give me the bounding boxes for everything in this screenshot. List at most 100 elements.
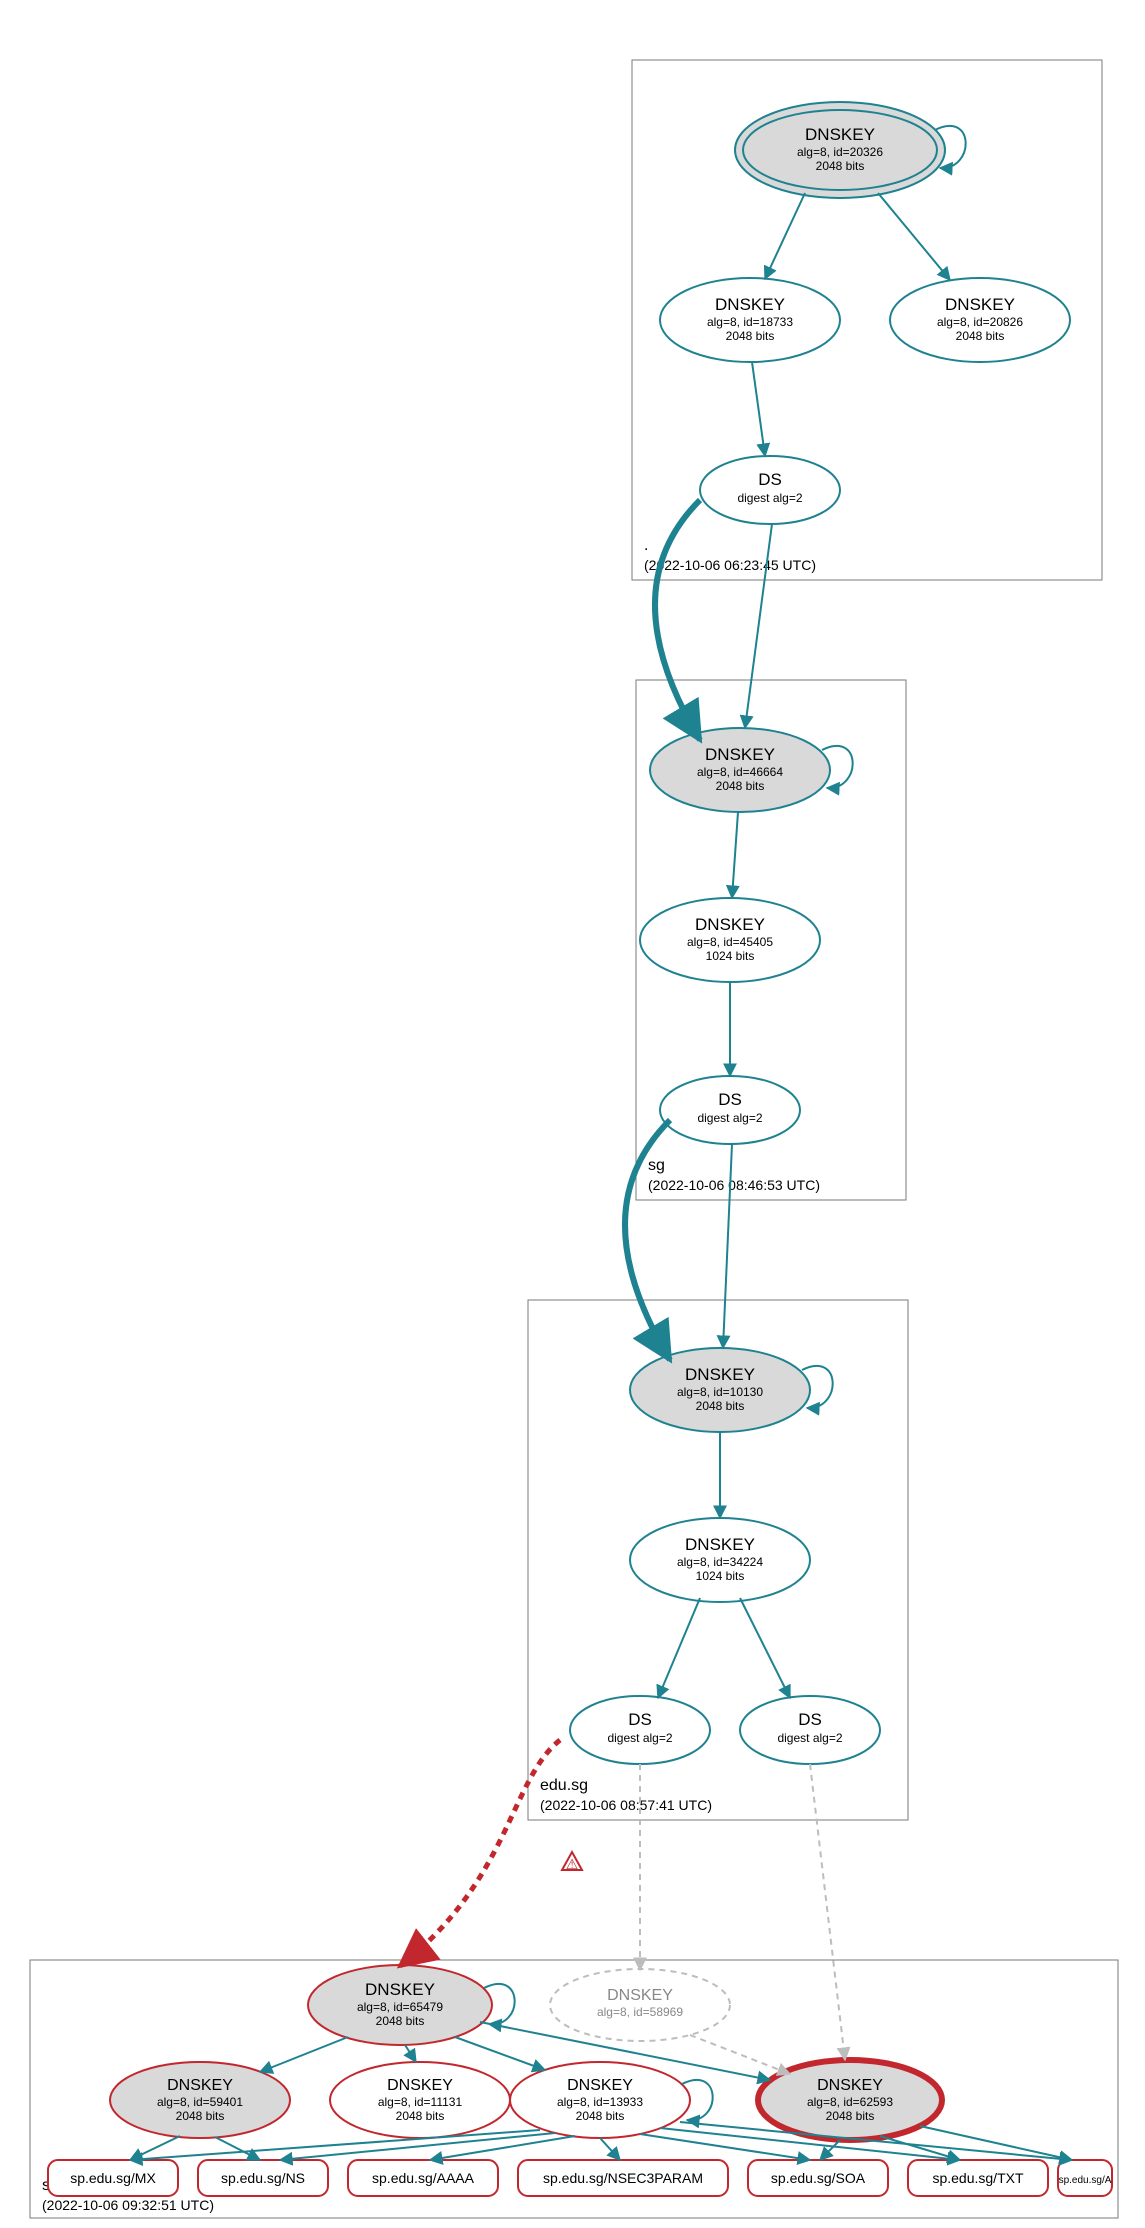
svg-text:sp.edu.sg/A: sp.edu.sg/A bbox=[1059, 2175, 1112, 2186]
zone-sg-ts: (2022-10-06 08:46:53 UTC) bbox=[648, 1177, 820, 1193]
node-edu-zsk: DNSKEY alg=8, id=34224 1024 bits bbox=[630, 1518, 810, 1602]
node-edu-ds2-title: DS bbox=[798, 1710, 822, 1729]
node-sp-ksk: DNSKEY alg=8, id=65479 2048 bits bbox=[308, 1965, 515, 2045]
node-sg-ds-line2: digest alg=2 bbox=[697, 1111, 762, 1125]
node-sp-k3-line3: 2048 bits bbox=[576, 2109, 625, 2123]
edge-k4-soa bbox=[820, 2140, 840, 2160]
svg-text:sp.edu.sg/MX: sp.edu.sg/MX bbox=[70, 2170, 156, 2186]
node-sg-zsk-line3: 1024 bits bbox=[706, 949, 755, 963]
node-edu-ds2: DS digest alg=2 bbox=[740, 1696, 880, 1764]
node-sp-ksk-line2: alg=8, id=65479 bbox=[357, 2000, 443, 2014]
node-root-ds: DS digest alg=2 bbox=[700, 456, 840, 524]
record-ns: sp.edu.sg/NS bbox=[198, 2160, 328, 2196]
zone-root-label: . bbox=[644, 537, 648, 554]
node-root-zsk1: DNSKEY alg=8, id=18733 2048 bits bbox=[660, 278, 840, 362]
node-root-zsk1-line3: 2048 bits bbox=[726, 329, 775, 343]
node-sp-ghost-title: DNSKEY bbox=[607, 1987, 673, 2004]
node-root-ksk-line3: 2048 bits bbox=[816, 159, 865, 173]
dnssec-diagram: . (2022-10-06 06:23:45 UTC) sg (2022-10-… bbox=[0, 0, 1145, 2228]
node-sg-zsk: DNSKEY alg=8, id=45405 1024 bits bbox=[640, 898, 820, 982]
edge-rootksk-zsk1 bbox=[765, 193, 805, 279]
node-sp-k1-line3: 2048 bits bbox=[176, 2109, 225, 2123]
node-root-ds-title: DS bbox=[758, 470, 782, 489]
node-edu-ksk: DNSKEY alg=8, id=10130 2048 bits bbox=[630, 1348, 833, 1432]
edge-eduds1-spksk bbox=[400, 1740, 560, 1966]
edge-spk-k3 bbox=[455, 2037, 545, 2070]
svg-text:sp.edu.sg/NSEC3PARAM: sp.edu.sg/NSEC3PARAM bbox=[543, 2170, 703, 2186]
node-sp-k3-line2: alg=8, id=13933 bbox=[557, 2095, 643, 2109]
node-sg-ksk-title: DNSKEY bbox=[705, 745, 775, 764]
node-edu-zsk-line3: 1024 bits bbox=[696, 1569, 745, 1583]
node-root-ksk-line2: alg=8, id=20326 bbox=[797, 145, 883, 159]
node-root-zsk2-line3: 2048 bits bbox=[956, 329, 1005, 343]
edge-k1-ns bbox=[215, 2137, 260, 2160]
edge-eduzsk-ds1 bbox=[658, 1598, 700, 1698]
edge-sgds-eduksk bbox=[723, 1144, 732, 1348]
node-edu-ds1-title: DS bbox=[628, 1710, 652, 1729]
node-sp-ksk-line3: 2048 bits bbox=[376, 2014, 425, 2028]
edge-eduzsk-ds2 bbox=[740, 1598, 790, 1698]
node-sg-zsk-title: DNSKEY bbox=[695, 915, 765, 934]
node-root-zsk2-title: DNSKEY bbox=[945, 295, 1015, 314]
node-sp-k2-line2: alg=8, id=11131 bbox=[378, 2095, 463, 2109]
node-sp-k4-title: DNSKEY bbox=[817, 2077, 883, 2094]
zone-sg-label: sg bbox=[648, 1157, 665, 1174]
svg-text:sp.edu.sg/AAAA: sp.edu.sg/AAAA bbox=[372, 2170, 475, 2186]
node-edu-ksk-line2: alg=8, id=10130 bbox=[677, 1385, 763, 1399]
svg-text:sp.edu.sg/NS: sp.edu.sg/NS bbox=[221, 2170, 305, 2186]
record-a: sp.edu.sg/A bbox=[1058, 2160, 1112, 2196]
node-edu-ksk-title: DNSKEY bbox=[685, 1365, 755, 1384]
node-root-zsk2-line2: alg=8, id=20826 bbox=[937, 315, 1023, 329]
node-edu-ds1-line2: digest alg=2 bbox=[607, 1731, 672, 1745]
node-sp-k1-title: DNSKEY bbox=[167, 2077, 233, 2094]
node-sg-ds: DS digest alg=2 bbox=[660, 1076, 800, 1144]
edge-ghost-k4 bbox=[690, 2035, 790, 2074]
record-mx: sp.edu.sg/MX bbox=[48, 2160, 178, 2196]
zone-edu-label: edu.sg bbox=[540, 1777, 588, 1794]
svg-text:⚠: ⚠ bbox=[566, 1856, 579, 1872]
record-nsec3param: sp.edu.sg/NSEC3PARAM bbox=[518, 2160, 728, 2196]
edge-spk-k2 bbox=[405, 2045, 416, 2062]
node-edu-ds2-line2: digest alg=2 bbox=[777, 1731, 842, 1745]
edge-sgds-eduksk-thick bbox=[625, 1120, 670, 1360]
node-sg-ds-title: DS bbox=[718, 1090, 742, 1109]
node-sp-k3: DNSKEY alg=8, id=13933 2048 bits bbox=[510, 2062, 713, 2138]
edge-rootksk-zsk2 bbox=[878, 193, 950, 280]
edge-rootzsk1-ds bbox=[752, 362, 765, 456]
edge-sgksk-sgzsk bbox=[732, 812, 738, 898]
node-sp-ghost: DNSKEY alg=8, id=58969 bbox=[550, 1969, 730, 2041]
edge-spk-k1 bbox=[260, 2037, 348, 2072]
node-sp-k2-line3: 2048 bits bbox=[396, 2109, 445, 2123]
svg-text:sp.edu.sg/SOA: sp.edu.sg/SOA bbox=[771, 2170, 866, 2186]
record-row: sp.edu.sg/MX sp.edu.sg/NS sp.edu.sg/AAAA… bbox=[48, 2160, 1112, 2196]
node-sp-k4-line2: alg=8, id=62593 bbox=[807, 2095, 893, 2109]
svg-text:sp.edu.sg/TXT: sp.edu.sg/TXT bbox=[932, 2170, 1023, 2186]
warning-icon: ⚠ bbox=[562, 1852, 582, 1872]
node-edu-zsk-line2: alg=8, id=34224 bbox=[677, 1555, 763, 1569]
edge-rootds-sgksk bbox=[745, 524, 772, 728]
node-sg-zsk-line2: alg=8, id=45405 bbox=[687, 935, 773, 949]
node-root-zsk2: DNSKEY alg=8, id=20826 2048 bits bbox=[890, 278, 1070, 362]
node-sp-ksk-title: DNSKEY bbox=[365, 1980, 435, 1999]
node-edu-ksk-line3: 2048 bits bbox=[696, 1399, 745, 1413]
zone-sp-ts: (2022-10-06 09:32:51 UTC) bbox=[42, 2197, 214, 2213]
node-edu-ds1: DS digest alg=2 bbox=[570, 1696, 710, 1764]
record-soa: sp.edu.sg/SOA bbox=[748, 2160, 888, 2196]
node-root-ksk-title: DNSKEY bbox=[805, 125, 875, 144]
node-sp-k2: DNSKEY alg=8, id=11131 2048 bits bbox=[330, 2062, 510, 2138]
node-root-ksk: DNSKEY alg=8, id=20326 2048 bits bbox=[735, 102, 966, 198]
edge-k3-aaaa bbox=[430, 2136, 575, 2160]
record-txt: sp.edu.sg/TXT bbox=[908, 2160, 1048, 2196]
edge-k3-nsec3 bbox=[600, 2138, 620, 2160]
node-sp-k1-line2: alg=8, id=59401 bbox=[157, 2095, 243, 2109]
node-root-zsk1-line2: alg=8, id=18733 bbox=[707, 315, 793, 329]
edge-eduds2-k4 bbox=[810, 1764, 845, 2060]
node-sg-ksk-line3: 2048 bits bbox=[716, 779, 765, 793]
node-sg-ksk: DNSKEY alg=8, id=46664 2048 bits bbox=[650, 728, 853, 812]
edge-rootds-sgksk-thick bbox=[655, 500, 700, 740]
node-sg-ksk-line2: alg=8, id=46664 bbox=[697, 765, 783, 779]
node-edu-zsk-title: DNSKEY bbox=[685, 1535, 755, 1554]
zone-root-ts: (2022-10-06 06:23:45 UTC) bbox=[644, 557, 816, 573]
node-sp-k4-line3: 2048 bits bbox=[826, 2109, 875, 2123]
node-sp-ghost-line2: alg=8, id=58969 bbox=[597, 2005, 683, 2019]
